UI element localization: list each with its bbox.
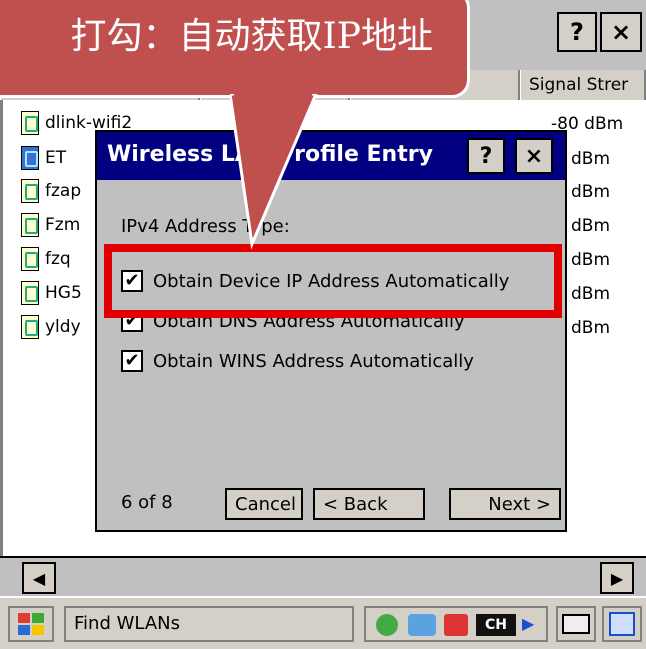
highlight-box: [104, 244, 562, 318]
connection-icon[interactable]: [408, 614, 436, 636]
cancel-button[interactable]: Cancel: [225, 488, 303, 520]
list-item[interactable]: ET: [21, 143, 66, 173]
switch-windows-button[interactable]: [602, 606, 642, 642]
wlan-icon: [21, 315, 39, 339]
network-name: HG5: [45, 283, 82, 303]
obtain-wins-checkbox[interactable]: ✔: [121, 350, 143, 372]
wlan-icon: [21, 247, 39, 271]
network-signal: dBm: [571, 216, 611, 236]
annotation-callout: 打勾：自动获取IP地址: [0, 0, 470, 98]
callout-text: 打勾：自动获取IP地址: [70, 16, 433, 57]
wlan-icon: [21, 179, 39, 203]
page-indicator: 6 of 8: [121, 492, 173, 513]
dialog-close-button[interactable]: ×: [515, 138, 553, 174]
network-signal: dBm: [571, 182, 611, 202]
input-language-indicator[interactable]: CH: [476, 614, 516, 636]
taskbar: Find WLANs CH ▶: [0, 596, 646, 649]
system-tray: CH ▶: [364, 606, 548, 642]
dialog-help-button[interactable]: ?: [467, 138, 505, 174]
arrow-right-icon: ▶: [610, 568, 624, 588]
dialog-title-bar: Wireless LAN Profile Entry ? ×: [97, 132, 565, 180]
network-name: fzap: [45, 181, 82, 201]
next-button[interactable]: Next >: [449, 488, 561, 520]
wlan-status-icon[interactable]: [444, 614, 468, 636]
list-item[interactable]: fzap: [21, 176, 81, 206]
keyboard-button[interactable]: [556, 606, 596, 642]
tray-expand-icon[interactable]: ▶: [522, 614, 534, 633]
network-globe-icon[interactable]: [376, 614, 398, 636]
list-item[interactable]: fzq: [21, 244, 71, 274]
network-name: fzq: [45, 249, 71, 269]
callout-pointer: [230, 94, 318, 250]
obtain-wins-label: Obtain WINS Address Automatically: [153, 350, 474, 372]
network-signal: dBm: [571, 318, 611, 338]
windows-stack-icon: [609, 612, 635, 636]
arrow-left-icon: ◀: [32, 568, 46, 588]
list-item[interactable]: Fzm: [21, 210, 80, 240]
wlan-icon: [21, 213, 39, 237]
list-item[interactable]: yldy: [21, 312, 81, 342]
column-signal[interactable]: Signal Strer: [520, 70, 646, 100]
network-name: yldy: [45, 317, 81, 337]
wlan-icon: [21, 281, 39, 305]
start-button[interactable]: [8, 606, 54, 642]
keyboard-icon: [562, 614, 590, 634]
horizontal-scrollbar[interactable]: ◀ ▶: [0, 556, 646, 598]
network-signal: dBm: [571, 250, 611, 270]
wlan-icon: [21, 111, 39, 135]
profile-entry-dialog: Wireless LAN Profile Entry ? × IPv4 Addr…: [95, 130, 567, 532]
list-item[interactable]: HG5: [21, 278, 82, 308]
windows-flag-icon: [18, 613, 44, 635]
network-name: ET: [45, 148, 67, 168]
obtain-wins-checkbox-row[interactable]: ✔ Obtain WINS Address Automatically: [121, 350, 474, 372]
scroll-left-button[interactable]: ◀: [22, 562, 56, 594]
outer-close-button[interactable]: ×: [600, 12, 642, 52]
network-signal: dBm: [571, 149, 611, 169]
back-button[interactable]: < Back: [313, 488, 425, 520]
outer-help-button[interactable]: ?: [557, 12, 597, 52]
taskbar-app-button[interactable]: Find WLANs: [64, 606, 354, 642]
network-name: Fzm: [45, 215, 81, 235]
wlan-secure-icon: [21, 146, 39, 170]
network-signal: dBm: [571, 284, 611, 304]
scroll-right-button[interactable]: ▶: [600, 562, 634, 594]
